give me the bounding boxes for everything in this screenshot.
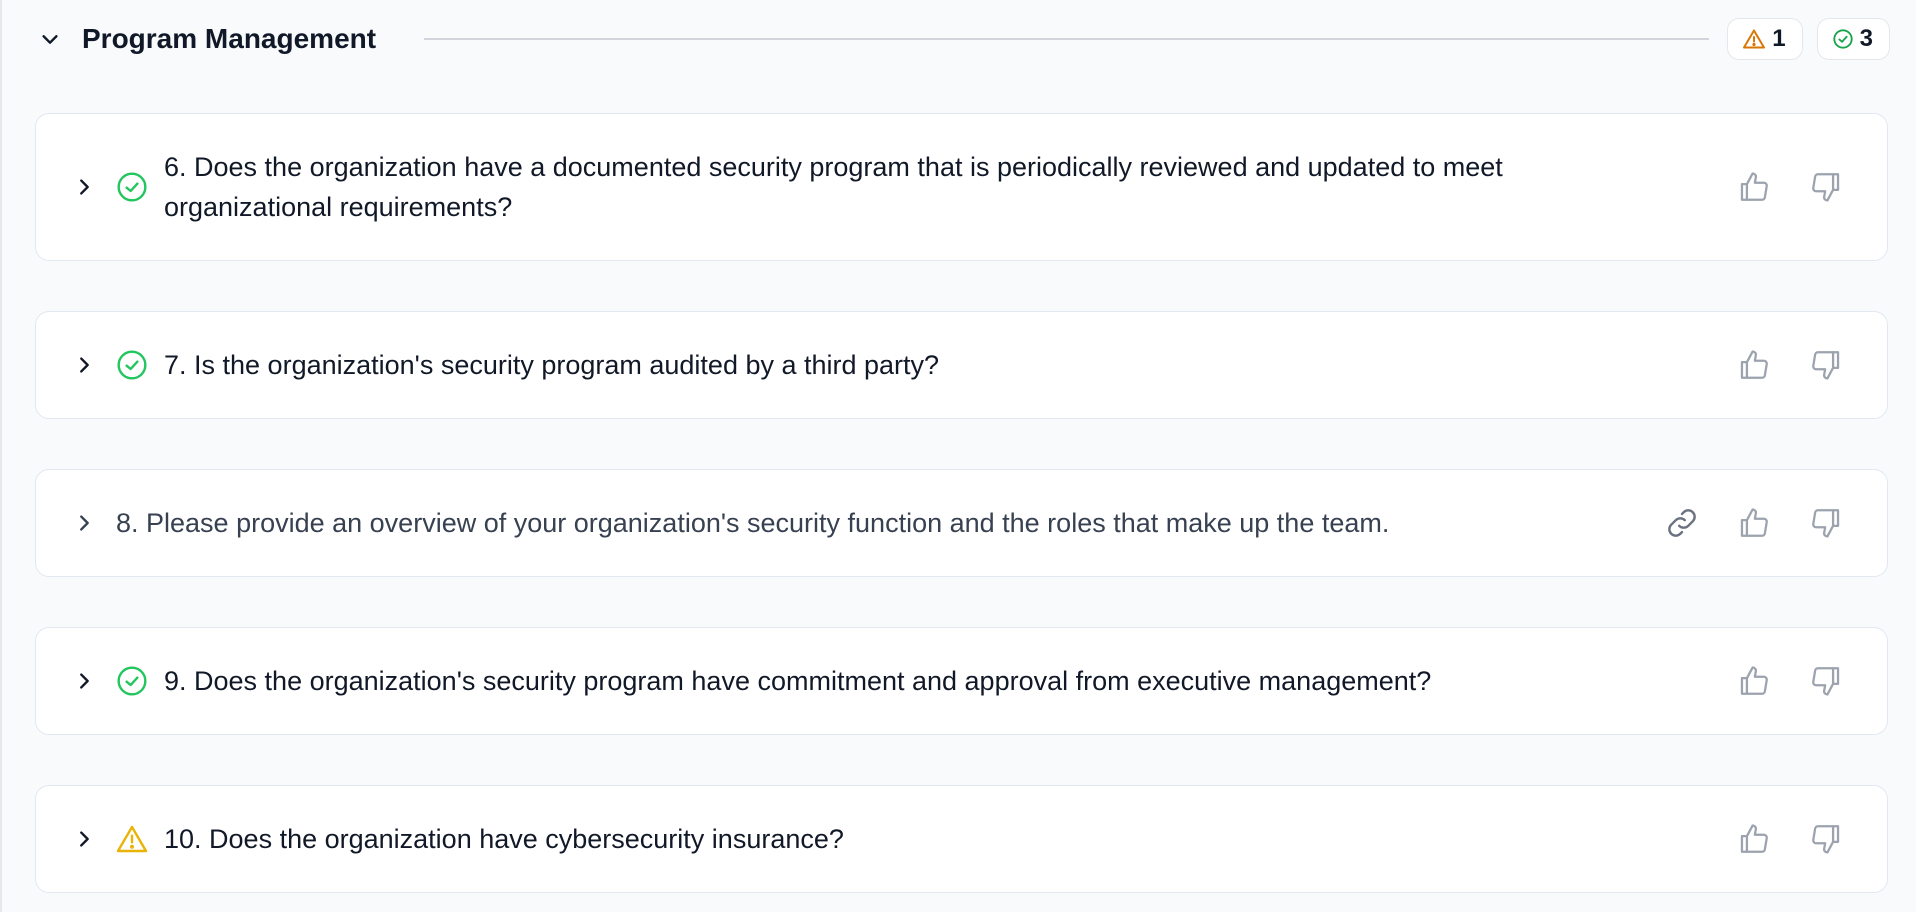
question-text: 10. Does the organization have cybersecu… xyxy=(164,824,844,854)
header-badges: 1 3 xyxy=(1727,18,1890,60)
warning-triangle-icon xyxy=(116,823,148,855)
feedback-actions xyxy=(1733,660,1847,702)
expand-chevron-right-icon[interactable] xyxy=(70,667,98,695)
header-divider xyxy=(424,38,1710,40)
thumbs-down-icon[interactable] xyxy=(1805,818,1847,860)
left-border xyxy=(0,0,2,912)
feedback-actions xyxy=(1661,502,1847,544)
thumbs-up-icon[interactable] xyxy=(1733,344,1775,386)
question-card[interactable]: 8. Please provide an overview of your or… xyxy=(35,469,1888,577)
check-circle-icon xyxy=(116,171,148,203)
expand-chevron-right-icon[interactable] xyxy=(70,173,98,201)
warning-triangle-icon xyxy=(1742,27,1766,51)
question-text: 8. Please provide an overview of your or… xyxy=(116,508,1390,538)
question-text: 7. Is the organization's security progra… xyxy=(164,350,940,380)
success-count-badge[interactable]: 3 xyxy=(1816,18,1890,60)
thumbs-up-icon[interactable] xyxy=(1733,660,1775,702)
thumbs-down-icon[interactable] xyxy=(1805,344,1847,386)
section-title: Program Management xyxy=(82,23,377,54)
question-text: 6. Does the organization have a document… xyxy=(164,152,1503,222)
thumbs-down-icon[interactable] xyxy=(1805,502,1847,544)
section-header: Program Management 1 3 xyxy=(36,14,1890,64)
thumbs-down-icon[interactable] xyxy=(1805,660,1847,702)
feedback-actions xyxy=(1733,166,1847,208)
question-card[interactable]: 10. Does the organization have cybersecu… xyxy=(35,785,1888,893)
thumbs-up-icon[interactable] xyxy=(1733,166,1775,208)
collapse-chevron-down-icon[interactable] xyxy=(36,25,64,53)
expand-chevron-right-icon[interactable] xyxy=(70,351,98,379)
check-circle-icon xyxy=(116,665,148,697)
question-text: 9. Does the organization's security prog… xyxy=(164,666,1432,696)
feedback-actions xyxy=(1733,818,1847,860)
question-card[interactable]: 9. Does the organization's security prog… xyxy=(35,627,1888,735)
warning-count: 1 xyxy=(1772,25,1786,52)
link-icon[interactable] xyxy=(1661,502,1703,544)
feedback-actions xyxy=(1733,344,1847,386)
check-circle-icon xyxy=(116,349,148,381)
expand-chevron-right-icon[interactable] xyxy=(70,509,98,537)
check-circle-icon xyxy=(1832,28,1854,50)
question-card[interactable]: 6. Does the organization have a document… xyxy=(35,113,1888,261)
warning-count-badge[interactable]: 1 xyxy=(1727,18,1803,60)
thumbs-down-icon[interactable] xyxy=(1805,166,1847,208)
success-count: 3 xyxy=(1859,25,1873,52)
thumbs-up-icon[interactable] xyxy=(1733,818,1775,860)
thumbs-up-icon[interactable] xyxy=(1733,502,1775,544)
question-card[interactable]: 7. Is the organization's security progra… xyxy=(35,311,1888,419)
page: Program Management 1 3 6. Does the organ… xyxy=(0,0,1916,912)
expand-chevron-right-icon[interactable] xyxy=(70,825,98,853)
